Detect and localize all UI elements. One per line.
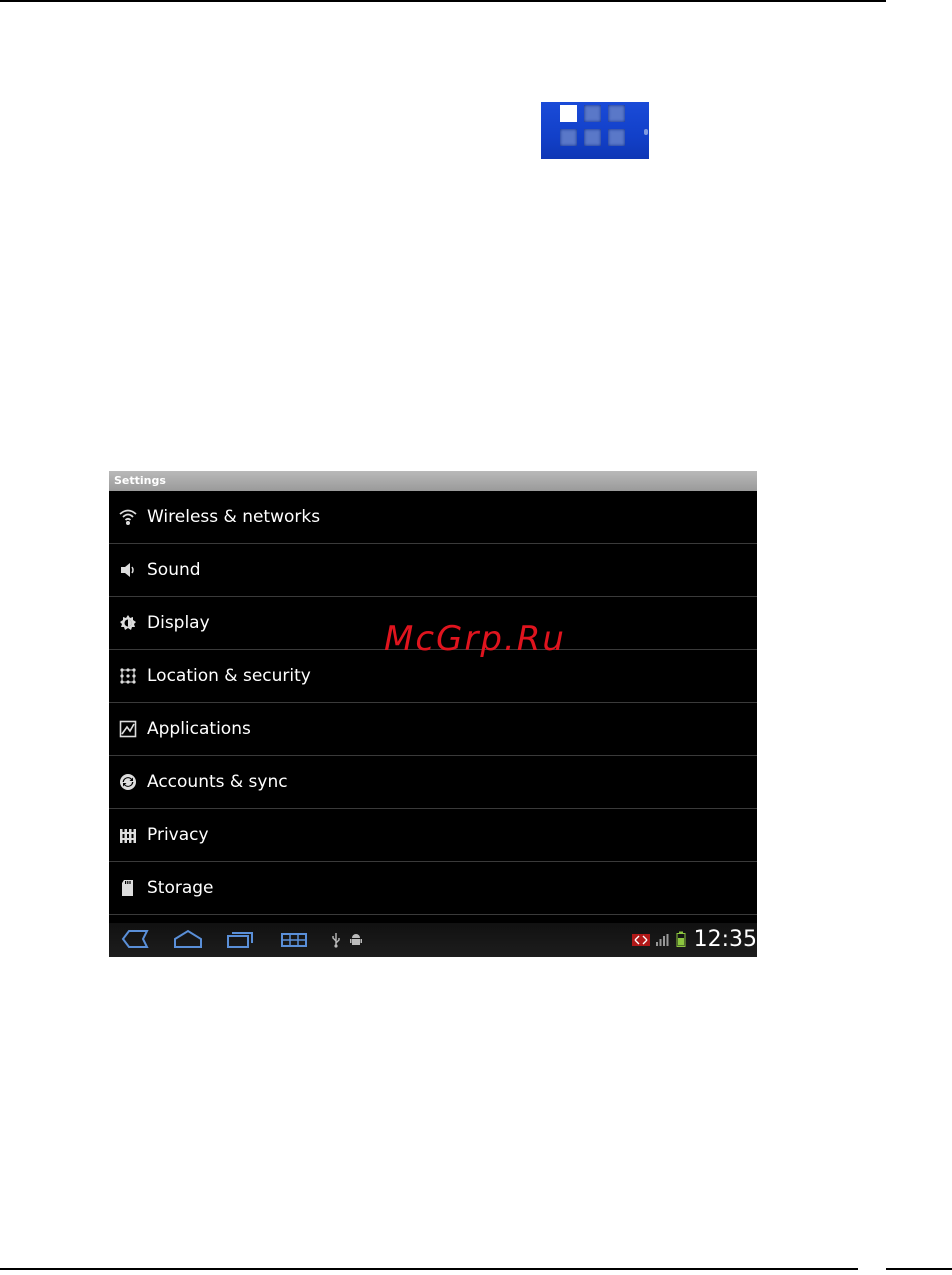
settings-item-label: Wireless & networks xyxy=(147,507,321,527)
sync-icon xyxy=(118,772,138,792)
settings-list: Wireless & networks Sound Display Locati… xyxy=(109,491,757,915)
settings-titlebar: Settings xyxy=(109,471,757,491)
apps-grid-icon xyxy=(541,102,649,159)
settings-item-label: Privacy xyxy=(147,825,209,845)
signal-icon xyxy=(655,932,669,951)
home-icon[interactable] xyxy=(173,928,203,954)
settings-item-storage[interactable]: Storage xyxy=(109,862,757,915)
settings-item-label: Accounts & sync xyxy=(147,772,288,792)
sd-card-icon xyxy=(118,878,138,898)
settings-item-label: Sound xyxy=(147,560,201,580)
settings-item-applications[interactable]: Applications xyxy=(109,703,757,756)
settings-item-sound[interactable]: Sound xyxy=(109,544,757,597)
pattern-lock-icon xyxy=(118,666,138,686)
wifi-icon xyxy=(118,507,138,527)
applications-icon xyxy=(118,719,138,739)
privacy-icon xyxy=(118,825,138,845)
settings-item-accounts-sync[interactable]: Accounts & sync xyxy=(109,756,757,809)
back-icon[interactable] xyxy=(121,928,149,954)
settings-title: Settings xyxy=(114,474,166,487)
settings-item-label: Location & security xyxy=(147,666,311,686)
page-bottom-rule xyxy=(0,1268,858,1270)
menu-icon[interactable] xyxy=(280,928,308,954)
speaker-icon xyxy=(118,560,138,580)
battery-icon xyxy=(676,931,686,951)
settings-item-privacy[interactable]: Privacy xyxy=(109,809,757,862)
settings-item-wireless[interactable]: Wireless & networks xyxy=(109,491,757,544)
tablet-screen: Settings Wireless & networks Sound Displ… xyxy=(109,471,757,957)
network-error-icon xyxy=(631,932,651,951)
android-debug-icon xyxy=(349,932,363,951)
page-bottom-rule-right xyxy=(886,1268,952,1270)
system-navbar: 12:35 xyxy=(109,923,757,957)
brightness-icon xyxy=(118,613,138,633)
status-clock: 12:35 xyxy=(693,927,757,952)
usb-icon xyxy=(331,932,341,952)
watermark: McGrp.Ru xyxy=(384,619,566,659)
recent-apps-icon[interactable] xyxy=(226,928,254,954)
settings-item-label: Display xyxy=(147,613,210,633)
settings-item-label: Applications xyxy=(147,719,251,739)
page-top-rule xyxy=(0,0,886,2)
settings-item-label: Storage xyxy=(147,878,214,898)
